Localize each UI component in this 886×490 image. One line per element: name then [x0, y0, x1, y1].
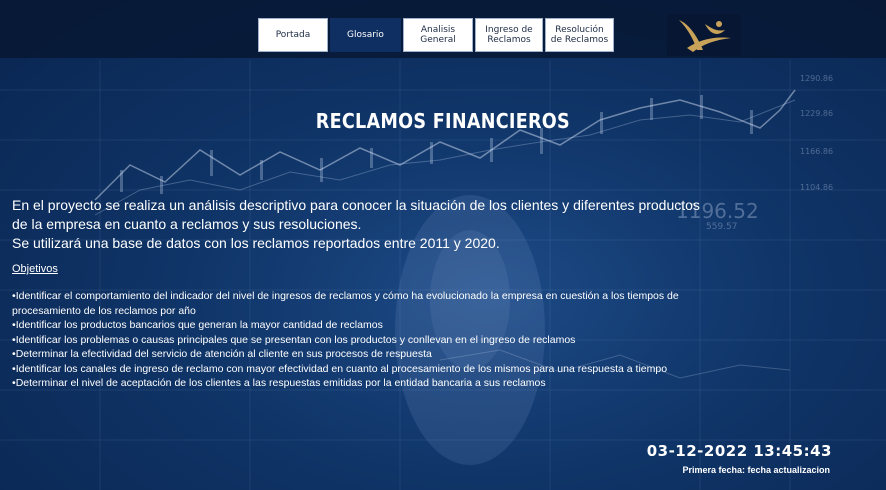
objectives-heading: Objetivos [12, 263, 58, 275]
intro-paragraph-dataset: Se utilizará una base de datos con los r… [12, 235, 500, 251]
intro-paragraph: En el proyecto se realiza un análisis de… [12, 197, 700, 232]
last-update-note: Primera fecha: fecha actualizacion [682, 465, 830, 475]
objective-item: Identificar los productos bancarios que … [12, 318, 682, 333]
nav-button-glosario[interactable]: Glosario [330, 18, 401, 52]
objective-item: Identificar los canales de ingreso de re… [12, 362, 682, 377]
nav-button-ingreso-de-reclamos[interactable]: Ingreso de Reclamos [475, 18, 543, 52]
background-number: 559.57 [706, 222, 738, 232]
top-navigation-bar: Portada Glosario Analisis General Ingres… [0, 0, 886, 58]
objective-item: Identificar los problemas o causas princ… [12, 333, 682, 348]
page-title: RECLAMOS FINANCIEROS [315, 109, 570, 133]
nav-button-portada[interactable]: Portada [258, 18, 328, 52]
background-number: 1104.86 [800, 183, 834, 192]
objective-item: Identificar el comportamiento del indica… [12, 289, 682, 318]
objectives-list: Identificar el comportamiento del indica… [12, 289, 682, 391]
background-number: 1166.86 [800, 147, 834, 156]
nav-button-resolucion-de-reclamos[interactable]: Resolución de Reclamos [545, 18, 614, 52]
intro-text: En el proyecto se realiza un análisis de… [12, 196, 702, 253]
main-nav: Portada Glosario Analisis General Ingres… [258, 18, 614, 52]
objective-item: Determinar la efectividad del servicio d… [12, 347, 682, 362]
brand-logo-icon [667, 14, 741, 56]
objective-item: Determinar el nivel de aceptación de los… [12, 376, 682, 391]
background-number: 1290.86 [800, 74, 834, 83]
nav-button-analisis-general[interactable]: Analisis General [403, 18, 473, 52]
last-update-datetime: 03-12-2022 13:45:43 [646, 442, 832, 460]
